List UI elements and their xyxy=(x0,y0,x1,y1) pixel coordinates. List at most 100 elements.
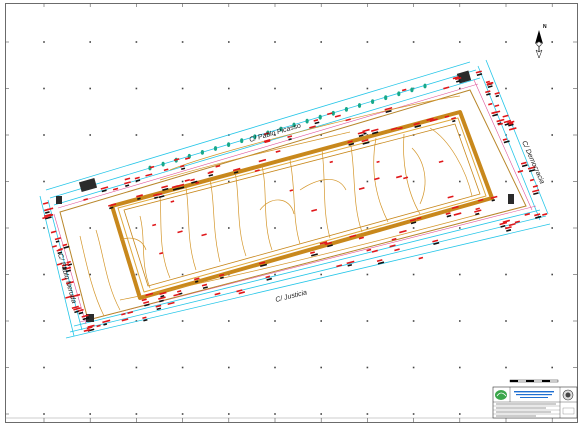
grid-mark xyxy=(43,134,45,136)
green-logo-icon xyxy=(495,390,507,400)
grid-mark xyxy=(43,273,45,276)
survey-label xyxy=(74,310,79,314)
grid-mark xyxy=(89,87,91,90)
grid-mark xyxy=(228,366,230,369)
survey-label xyxy=(370,128,379,132)
grid-mark xyxy=(181,320,184,322)
survey-label xyxy=(376,160,380,164)
survey-label xyxy=(376,259,383,263)
grid-mark xyxy=(551,227,553,229)
grid-mark xyxy=(505,320,507,322)
survey-label xyxy=(289,189,294,192)
grid-mark xyxy=(89,227,91,229)
grid-mark xyxy=(551,320,553,322)
grid-mark xyxy=(274,320,276,322)
grid-mark xyxy=(320,41,322,43)
grid-mark xyxy=(181,273,184,276)
grid-mark xyxy=(274,413,276,415)
survey-label xyxy=(418,256,424,260)
survey-label xyxy=(474,209,482,213)
grid-mark xyxy=(181,41,184,43)
tree-icon xyxy=(344,107,348,112)
survey-label xyxy=(345,118,351,122)
tree-icon xyxy=(318,114,322,120)
survey-label xyxy=(533,192,539,196)
survey-label xyxy=(66,260,71,264)
grid-mark xyxy=(459,41,461,43)
survey-label xyxy=(452,119,456,123)
tree-icon xyxy=(371,99,375,104)
street-label-justicia: C/ Justicia xyxy=(275,289,308,304)
grid-mark xyxy=(274,87,276,90)
survey-label xyxy=(443,86,450,90)
grid-mark xyxy=(43,41,45,43)
survey-label xyxy=(142,316,147,320)
grid-mark xyxy=(228,41,230,43)
survey-label xyxy=(258,158,267,163)
survey-label xyxy=(542,213,548,216)
grid-mark xyxy=(412,41,415,43)
survey-label xyxy=(506,229,512,232)
tree-icon xyxy=(213,146,218,151)
survey-label xyxy=(371,249,378,253)
grid-mark xyxy=(181,87,184,90)
street-label-neruda: C/ Pablo Neruda xyxy=(56,253,77,305)
survey-label xyxy=(313,119,319,122)
survey-label xyxy=(453,212,462,216)
survey-label xyxy=(201,283,208,287)
grid-mark xyxy=(505,366,507,369)
survey-label xyxy=(500,224,506,228)
survey-label xyxy=(495,94,500,98)
survey-label xyxy=(508,127,517,131)
survey-label xyxy=(50,230,57,234)
grid-mark xyxy=(89,413,91,415)
grid-mark xyxy=(366,227,369,229)
tree-icon xyxy=(384,95,388,101)
survey-label xyxy=(124,181,131,185)
grid-mark xyxy=(228,180,230,183)
grid-mark xyxy=(505,273,507,276)
survey-label xyxy=(52,245,57,248)
grid-mark xyxy=(274,366,276,369)
grid-mark xyxy=(135,227,138,229)
grid-mark xyxy=(43,87,45,90)
survey-label xyxy=(403,176,409,180)
grid-mark xyxy=(366,413,369,415)
survey-label xyxy=(488,102,493,106)
grid-mark xyxy=(228,227,230,229)
survey-label xyxy=(125,184,130,187)
grid-mark xyxy=(181,134,184,136)
tree-icon xyxy=(161,161,165,167)
grid-mark xyxy=(505,87,507,90)
grid-mark xyxy=(181,227,184,229)
survey-label xyxy=(78,311,84,315)
survey-label xyxy=(521,164,528,168)
grid-mark xyxy=(459,273,461,276)
grid-mark xyxy=(366,320,369,322)
grid-mark xyxy=(228,87,230,90)
grid-mark xyxy=(89,41,91,43)
grid-mark xyxy=(366,41,369,43)
survey-label xyxy=(358,187,365,191)
grid-mark xyxy=(551,87,553,90)
grid-mark xyxy=(228,320,230,322)
grid-mark xyxy=(551,41,553,43)
hatched-blocks xyxy=(56,70,514,322)
grid-mark xyxy=(551,180,553,183)
survey-label xyxy=(176,290,182,293)
grid-mark xyxy=(551,134,553,136)
sheet-border xyxy=(5,3,578,423)
survey-label xyxy=(158,195,165,199)
grid-mark xyxy=(43,320,45,322)
survey-label xyxy=(184,178,191,182)
survey-label xyxy=(180,167,186,171)
grid-mark xyxy=(459,227,461,229)
north-label: N xyxy=(543,24,547,30)
survey-label xyxy=(326,112,333,116)
tree-icon xyxy=(227,142,231,148)
survey-label xyxy=(159,252,164,255)
grid-mark xyxy=(551,366,553,369)
survey-label xyxy=(396,175,403,179)
grid-mark xyxy=(135,413,138,415)
survey-label xyxy=(334,114,341,118)
